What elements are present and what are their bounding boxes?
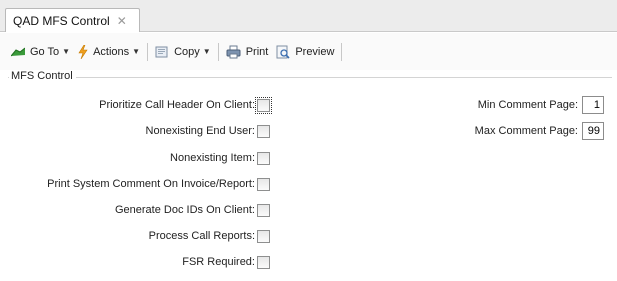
process-call-reports-checkbox[interactable] [257,229,270,243]
chevron-down-icon: ▼ [202,47,211,56]
fsr-required-label: FSR Required: [182,256,255,268]
nonexisting-item-checkbox[interactable] [257,151,270,165]
max-comment-page-row: Max Comment Page: 99 [462,122,604,140]
copy-label: Copy [174,45,200,58]
fsr-required-row: FSR Required: [0,254,270,270]
lightning-icon [78,44,88,59]
preview-button[interactable]: Preview [272,41,338,63]
print-system-comment-label: Print System Comment On Invoice/Report: [47,178,255,190]
toolbar-divider [147,42,149,61]
close-icon[interactable]: ✕ [117,15,127,27]
goto-arrow-icon [11,47,25,57]
nonexisting-end-user-checkbox[interactable] [257,124,270,138]
tab-strip: QAD MFS Control ✕ [0,0,617,32]
printer-icon [226,45,241,59]
fsr-required-checkbox[interactable] [257,255,270,269]
min-comment-page-input[interactable]: 1 [582,96,604,114]
actions-label: Actions [93,45,130,58]
print-system-comment-checkbox[interactable] [257,177,270,191]
actions-button[interactable]: Actions ▼ [74,41,144,63]
toolbar: Go To ▼ Actions ▼ Copy ▼ Print Preview [0,33,617,70]
max-comment-page-input[interactable]: 99 [582,122,604,140]
print-system-comment-row: Print System Comment On Invoice/Report: [0,176,270,192]
nonexisting-item-row: Nonexisting Item: [0,150,270,166]
goto-label: Go To [30,45,60,58]
toolbar-divider [341,42,343,61]
copy-button[interactable]: Copy ▼ [151,41,215,63]
process-call-reports-label: Process Call Reports: [148,230,255,242]
chevron-down-icon: ▼ [132,47,141,56]
preview-label: Preview [295,45,335,58]
tab-title: QAD MFS Control [13,13,110,28]
copy-icon [155,45,169,59]
nonexisting-end-user-label: Nonexisting End User: [145,125,255,137]
print-button[interactable]: Print [222,41,273,63]
generate-doc-ids-label: Generate Doc IDs On Client: [114,204,255,216]
tab-qad-mfs-control[interactable]: QAD MFS Control ✕ [5,8,140,32]
group-legend: MFS Control [9,70,76,82]
generate-doc-ids-row: Generate Doc IDs On Client: [0,202,270,218]
nonexisting-item-label: Nonexisting Item: [170,152,255,164]
toolbar-divider [217,42,219,61]
max-comment-page-label: Max Comment Page: [474,125,578,137]
process-call-reports-row: Process Call Reports: [0,228,270,244]
min-comment-page-row: Min Comment Page: 1 [462,96,604,114]
print-label: Print [245,45,269,58]
prioritize-call-header-checkbox[interactable] [255,96,272,114]
generate-doc-ids-checkbox[interactable] [257,203,270,217]
chevron-down-icon: ▼ [62,47,71,56]
goto-button[interactable]: Go To ▼ [7,41,74,63]
nonexisting-end-user-row: Nonexisting End User: [0,123,270,139]
prioritize-call-header-label: Prioritize Call Header On Client: [99,99,255,111]
prioritize-call-header-row: Prioritize Call Header On Client: [0,96,272,114]
min-comment-page-label: Min Comment Page: [477,99,578,111]
preview-icon [276,45,290,59]
